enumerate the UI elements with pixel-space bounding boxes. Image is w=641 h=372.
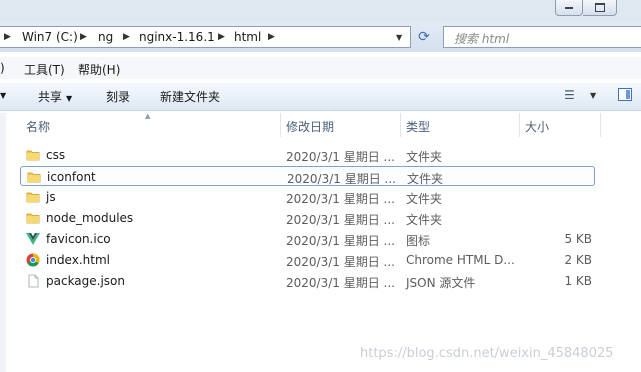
file-name: js [46,190,56,204]
breadcrumb-html[interactable]: html [234,30,261,44]
file-size: 2 KB [564,253,592,267]
watermark-text: https://blog.csdn.net/weixin_45848025 [360,346,614,361]
column-header-size-label: 大小 [525,120,550,134]
menu-item-help[interactable]: 帮助(H) [78,61,120,78]
file-type: 图标 [406,234,431,248]
chevron-down-icon: ▼ [66,94,73,103]
chrome-icon [26,253,40,267]
window-title-bar [0,0,641,22]
breadcrumb-separator[interactable]: ▶ [268,32,275,42]
file-name: iconfont [47,170,96,184]
file-name: node_modules [46,211,134,225]
view-options-icon[interactable]: ☰ [564,88,575,102]
maximize-button[interactable] [583,0,617,16]
folder-icon [27,170,41,184]
file-row[interactable]: css 2020/3/1 星期日 ... 文件夹 [20,145,595,165]
breadcrumb-separator[interactable]: ▶ [123,32,130,42]
burn-button[interactable]: 刻录 [106,88,130,105]
file-row[interactable]: favicon.ico 2020/3/1 星期日 ... 图标 5 KB [20,229,595,249]
column-header-name-label: 名称 [26,120,51,134]
folder-icon [26,211,40,225]
folder-icon [26,148,40,162]
file-type: JSON 源文件 [406,276,476,290]
file-row[interactable]: iconfont 2020/3/1 星期日 ... 文件夹 [20,166,595,186]
command-toolbar: ▼ 共享 ▼ 刻录 新建文件夹 ☰ ▼ [0,83,641,111]
file-type: 文件夹 [407,172,444,186]
file-date: 2020/3/1 星期日 ... [286,234,395,248]
menu-item-tools[interactable]: 工具(T) [24,61,65,78]
breadcrumb-drive[interactable]: Win7 (C:) [22,30,78,44]
file-row[interactable]: node_modules 2020/3/1 星期日 ... 文件夹 [20,208,595,228]
file-type: 文件夹 [406,192,443,206]
file-name: index.html [46,253,110,267]
search-input[interactable]: 搜索 html [443,26,641,48]
vue-logo-icon [26,232,40,246]
file-date: 2020/3/1 星期日 ... [286,213,395,227]
address-bar[interactable]: ▶ Win7 (C:) ▶ ng ▶ nginx-1.16.1 ▶ html ▶… [0,26,411,48]
breadcrumb-separator[interactable]: ▶ [4,32,11,42]
new-folder-button[interactable]: 新建文件夹 [160,88,220,105]
file-name: favicon.ico [46,232,111,246]
breadcrumb-separator[interactable]: ▶ [218,32,225,42]
search-placeholder: 搜索 html [454,32,510,46]
navigation-pane-edge [0,113,6,372]
preview-pane-icon[interactable] [618,88,632,101]
file-type: 文件夹 [406,213,443,227]
column-header-type-label: 类型 [406,120,431,134]
folder-icon [26,190,40,204]
file-date: 2020/3/1 星期日 ... [286,255,395,269]
menu-bar: ) 工具(T) 帮助(H) [0,57,641,79]
minimize-button[interactable] [555,0,583,16]
chevron-down-icon[interactable]: ▼ [0,91,6,100]
breadcrumb-nginx[interactable]: nginx-1.16.1 [139,30,215,44]
file-type: Chrome HTML D... [406,253,515,267]
refresh-icon[interactable]: ⟳ [414,27,434,47]
file-icon [26,274,40,288]
chevron-down-icon[interactable]: ▼ [396,33,402,42]
file-date: 2020/3/1 星期日 ... [286,276,395,290]
file-date: 2020/3/1 星期日 ... [286,150,395,164]
navigation-bar: ▶ Win7 (C:) ▶ ng ▶ nginx-1.16.1 ▶ html ▶… [0,22,641,52]
breadcrumb-separator[interactable]: ▶ [80,32,87,42]
file-size: 5 KB [564,232,592,246]
file-size: 1 KB [564,274,592,288]
column-header-date[interactable]: 修改日期 [281,113,400,137]
file-date: 2020/3/1 星期日 ... [286,192,395,206]
file-date: 2020/3/1 星期日 ... [287,172,396,186]
file-name: css [46,148,66,162]
file-name: package.json [46,274,126,288]
sort-ascending-icon: ▲ [145,112,151,120]
share-button[interactable]: 共享 ▼ [38,88,72,105]
file-row[interactable]: js 2020/3/1 星期日 ... 文件夹 [20,187,595,207]
column-header-type[interactable]: 类型 [401,113,519,137]
chevron-down-icon[interactable]: ▼ [590,91,596,100]
file-row[interactable]: index.html 2020/3/1 星期日 ... Chrome HTML D.… [20,250,595,270]
share-label: 共享 [38,90,63,104]
menu-item-partial[interactable]: ) [0,61,5,75]
column-header-date-label: 修改日期 [286,120,335,134]
column-divider[interactable] [600,113,601,137]
file-type: 文件夹 [406,150,443,164]
file-row[interactable]: package.json 2020/3/1 星期日 ... JSON 源文件 1 KB [20,271,595,291]
breadcrumb-ng[interactable]: ng [98,30,113,44]
column-header-size[interactable]: 大小 [520,113,600,137]
